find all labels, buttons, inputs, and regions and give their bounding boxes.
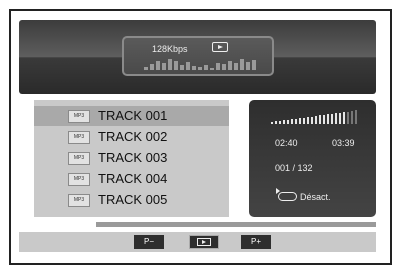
volume-bar [351,111,353,124]
volume-bar [303,117,305,124]
eq-bar [240,59,244,70]
total-time: 03:39 [332,138,355,148]
eq-bar [198,67,202,70]
volume-meter [271,110,357,124]
volume-bar [291,119,293,124]
volume-bar [271,122,273,124]
mp3-file-icon: MP3 [68,194,90,207]
eq-bar [180,65,184,70]
track-list: MP3 TRACK 001 MP3 TRACK 002 MP3 TRACK 003 MP3 T… [34,100,229,217]
track-name: TRACK 001 [98,108,168,123]
play-button[interactable] [189,235,219,249]
eq-bar [192,66,196,70]
eq-bar [210,68,214,70]
track-row[interactable]: MP3 TRACK 004 [34,169,229,189]
next-button[interactable]: P+ [241,235,271,249]
track-name: TRACK 002 [98,129,168,144]
volume-bar [339,112,341,124]
eq-bar [222,64,226,70]
prev-button[interactable]: P− [134,235,164,249]
eq-bar [168,59,172,70]
volume-bar [343,112,345,124]
mp3-file-icon: MP3 [68,152,90,165]
volume-bar [299,118,301,124]
eq-bar [246,62,250,70]
eq-bar [144,67,148,70]
volume-bar [323,114,325,124]
volume-bar [307,117,309,124]
eq-bar [186,62,190,70]
eq-bar [234,63,238,70]
volume-bar [331,113,333,124]
volume-bar [315,115,317,124]
eq-bar [150,64,154,70]
volume-bar [295,118,297,124]
eq-bar [252,60,256,70]
track-row[interactable]: MP3 TRACK 005 [34,190,229,210]
volume-bar [327,114,329,124]
eq-bar [216,63,220,70]
volume-bar [287,119,289,124]
mp3-file-icon: MP3 [68,131,90,144]
volume-bar [335,113,337,124]
volume-bar [311,116,313,124]
volume-bar [275,121,277,124]
control-bar: P− P+ [19,232,376,252]
track-position: 001 / 132 [275,163,313,173]
eq-bar [228,61,232,70]
eq-bar [174,61,178,70]
eq-bar [162,63,166,70]
progress-bar[interactable] [34,222,376,227]
now-playing-bar: 128Kbps [19,20,376,94]
volume-bar [279,120,281,124]
volume-bar [319,115,321,124]
volume-bar [283,120,285,124]
track-row[interactable]: MP3 TRACK 001 [34,106,229,126]
eq-bar [156,61,160,70]
eq-bar [204,65,208,70]
track-row[interactable]: MP3 TRACK 003 [34,148,229,168]
equalizer-visualizer [144,56,262,70]
track-name: TRACK 004 [98,171,168,186]
play-icon [197,238,211,246]
track-name: TRACK 003 [98,150,168,165]
bitrate-label: 128Kbps [152,44,188,54]
repeat-icon [276,188,297,201]
mp3-file-icon: MP3 [68,173,90,186]
volume-bar [355,110,357,124]
track-row[interactable]: MP3 TRACK 002 [34,127,229,147]
volume-bar [347,111,349,124]
track-name: TRACK 005 [98,192,168,207]
mp3-file-icon: MP3 [68,110,90,123]
repeat-status: Désact. [300,192,331,202]
play-icon [212,42,228,52]
playback-info-panel: 02:40 03:39 001 / 132 Désact. [249,100,376,217]
progress-fill [34,222,96,227]
bitrate-display: 128Kbps [122,36,274,76]
elapsed-time: 02:40 [275,138,298,148]
